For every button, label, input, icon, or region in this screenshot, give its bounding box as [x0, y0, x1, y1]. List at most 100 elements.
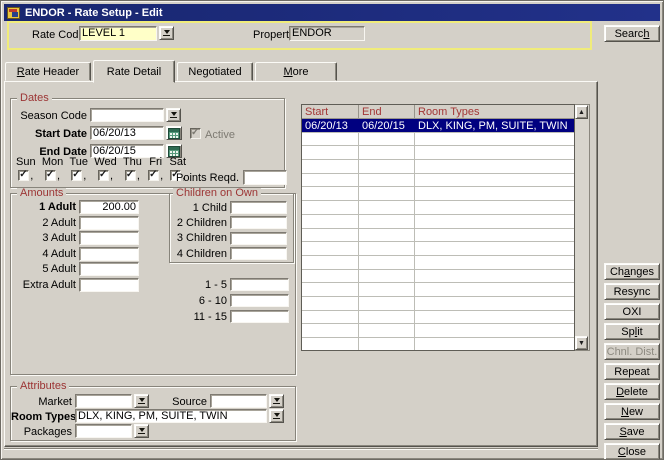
- table-row[interactable]: [302, 283, 574, 297]
- season-code-dropdown-button[interactable]: [166, 108, 181, 122]
- points-reqd-field[interactable]: [243, 170, 287, 185]
- table-row[interactable]: [302, 201, 574, 215]
- children-input[interactable]: [230, 216, 287, 229]
- table-cell: [302, 283, 359, 296]
- children-label: 2 Children: [170, 217, 230, 229]
- rate-code-dropdown-button[interactable]: [159, 26, 174, 40]
- points-reqd-label: Points Reqd.: [159, 173, 239, 184]
- start-date-calendar-button[interactable]: [166, 126, 182, 140]
- changes-button[interactable]: Changes: [604, 263, 660, 280]
- table-row[interactable]: [302, 270, 574, 284]
- amount-label: 2 Adult: [11, 217, 79, 229]
- table-cell: [302, 297, 359, 310]
- table-cell: [415, 133, 574, 146]
- side-button-label: Delete: [616, 386, 648, 398]
- source-dropdown-button[interactable]: [269, 394, 284, 408]
- source-field[interactable]: [210, 394, 267, 408]
- room-types-field[interactable]: DLX, KING, PM, SUITE, TWIN: [75, 409, 267, 423]
- season-code-field[interactable]: [90, 108, 164, 122]
- table-cell: [302, 338, 359, 351]
- amount-input[interactable]: [79, 262, 139, 276]
- table-row[interactable]: 06/20/1306/20/15DLX, KING, PM, SUITE, TW…: [302, 119, 574, 133]
- table-row[interactable]: [302, 146, 574, 160]
- source-label: Source: [141, 397, 207, 408]
- save-button[interactable]: Save: [604, 423, 660, 440]
- weekday-checkbox[interactable]: ✓: [18, 170, 29, 181]
- start-date-field[interactable]: 06/20/13: [90, 126, 164, 140]
- resync-button[interactable]: Resync: [604, 283, 660, 300]
- amount-label: 1 Adult: [11, 201, 79, 213]
- side-button-label: Save: [619, 426, 644, 438]
- amount-input[interactable]: [79, 247, 139, 261]
- scroll-up-button[interactable]: ▲: [575, 105, 588, 119]
- delete-button[interactable]: Delete: [604, 383, 660, 400]
- repeat-button[interactable]: Repeat: [604, 363, 660, 380]
- amount-input[interactable]: [79, 216, 139, 230]
- children-row: 1 Child: [170, 201, 294, 214]
- amount-label: Extra Adult: [11, 279, 79, 291]
- tab-more[interactable]: More: [255, 62, 337, 81]
- age-range-input[interactable]: [230, 294, 289, 307]
- scroll-down-button[interactable]: ▼: [575, 336, 588, 350]
- amount-input[interactable]: 200.00: [79, 200, 139, 214]
- checkmark-icon: ✓: [46, 169, 54, 180]
- side-button-label: Split: [621, 326, 642, 338]
- table-row[interactable]: [302, 160, 574, 174]
- table-row[interactable]: [302, 242, 574, 256]
- weekday-checkbox[interactable]: ✓: [71, 170, 82, 181]
- table-cell: [359, 297, 415, 310]
- tab-negotiated[interactable]: Negotiated: [177, 62, 253, 81]
- weekday-item: Thu ✓ ,: [123, 157, 142, 181]
- table-cell: [359, 201, 415, 214]
- oxi-button[interactable]: OXI: [604, 303, 660, 320]
- column-header-start[interactable]: Start: [302, 105, 359, 118]
- table-row[interactable]: [302, 187, 574, 201]
- table-cell: [302, 215, 359, 228]
- day-separator: ,: [57, 172, 60, 181]
- column-header-end[interactable]: End: [359, 105, 415, 118]
- children-input[interactable]: [230, 201, 287, 214]
- children-input[interactable]: [230, 247, 287, 260]
- scroll-down-icon: ▼: [578, 340, 585, 347]
- amount-row: 3 Adult: [11, 231, 151, 245]
- table-row[interactable]: [302, 256, 574, 270]
- table-scrollbar[interactable]: ▲ ▼: [575, 104, 590, 351]
- packages-field[interactable]: [75, 424, 132, 438]
- weekday-checkbox[interactable]: ✓: [98, 170, 109, 181]
- close-button[interactable]: Close: [604, 443, 660, 460]
- amount-row: 5 Adult: [11, 262, 151, 276]
- table-row[interactable]: [302, 324, 574, 338]
- age-range-row: 11 - 15: [171, 310, 297, 323]
- age-range-input[interactable]: [230, 310, 289, 323]
- table-row[interactable]: [302, 297, 574, 311]
- age-range-input[interactable]: [230, 278, 289, 291]
- table-row[interactable]: [302, 229, 574, 243]
- season-code-label: Season Code: [11, 111, 87, 122]
- table-row[interactable]: [302, 311, 574, 325]
- tab-rate-header[interactable]: Rate Header: [5, 62, 91, 81]
- weekday-checkbox[interactable]: ✓: [125, 170, 136, 181]
- amount-row: Extra Adult: [11, 278, 151, 292]
- column-header-room-types[interactable]: Room Types: [415, 105, 574, 118]
- table-row[interactable]: [302, 338, 574, 351]
- table-row[interactable]: [302, 215, 574, 229]
- search-button-label: Search: [615, 28, 650, 40]
- amount-input[interactable]: [79, 231, 139, 245]
- checkmark-icon: ✓: [72, 169, 80, 180]
- amount-input[interactable]: [79, 278, 139, 292]
- table-row[interactable]: [302, 174, 574, 188]
- rate-code-field[interactable]: LEVEL 1: [79, 26, 157, 41]
- market-field[interactable]: [75, 394, 132, 408]
- weekday-checkbox[interactable]: ✓: [45, 170, 56, 181]
- room-types-dropdown-button[interactable]: [269, 409, 284, 423]
- packages-dropdown-button[interactable]: [134, 424, 149, 438]
- new-button[interactable]: New: [604, 403, 660, 420]
- weekday-checkbox[interactable]: ✓: [148, 170, 159, 181]
- split-button[interactable]: Split: [604, 323, 660, 340]
- table-row[interactable]: [302, 133, 574, 147]
- dropdown-arrow-icon: [273, 398, 280, 404]
- tab-rate-detail[interactable]: Rate Detail: [93, 60, 175, 83]
- children-input[interactable]: [230, 232, 287, 245]
- amounts-rows: 1 Adult 200.00 2 Adult 3 Adult 4 Adult 5…: [11, 200, 151, 294]
- search-button[interactable]: Search: [604, 25, 660, 42]
